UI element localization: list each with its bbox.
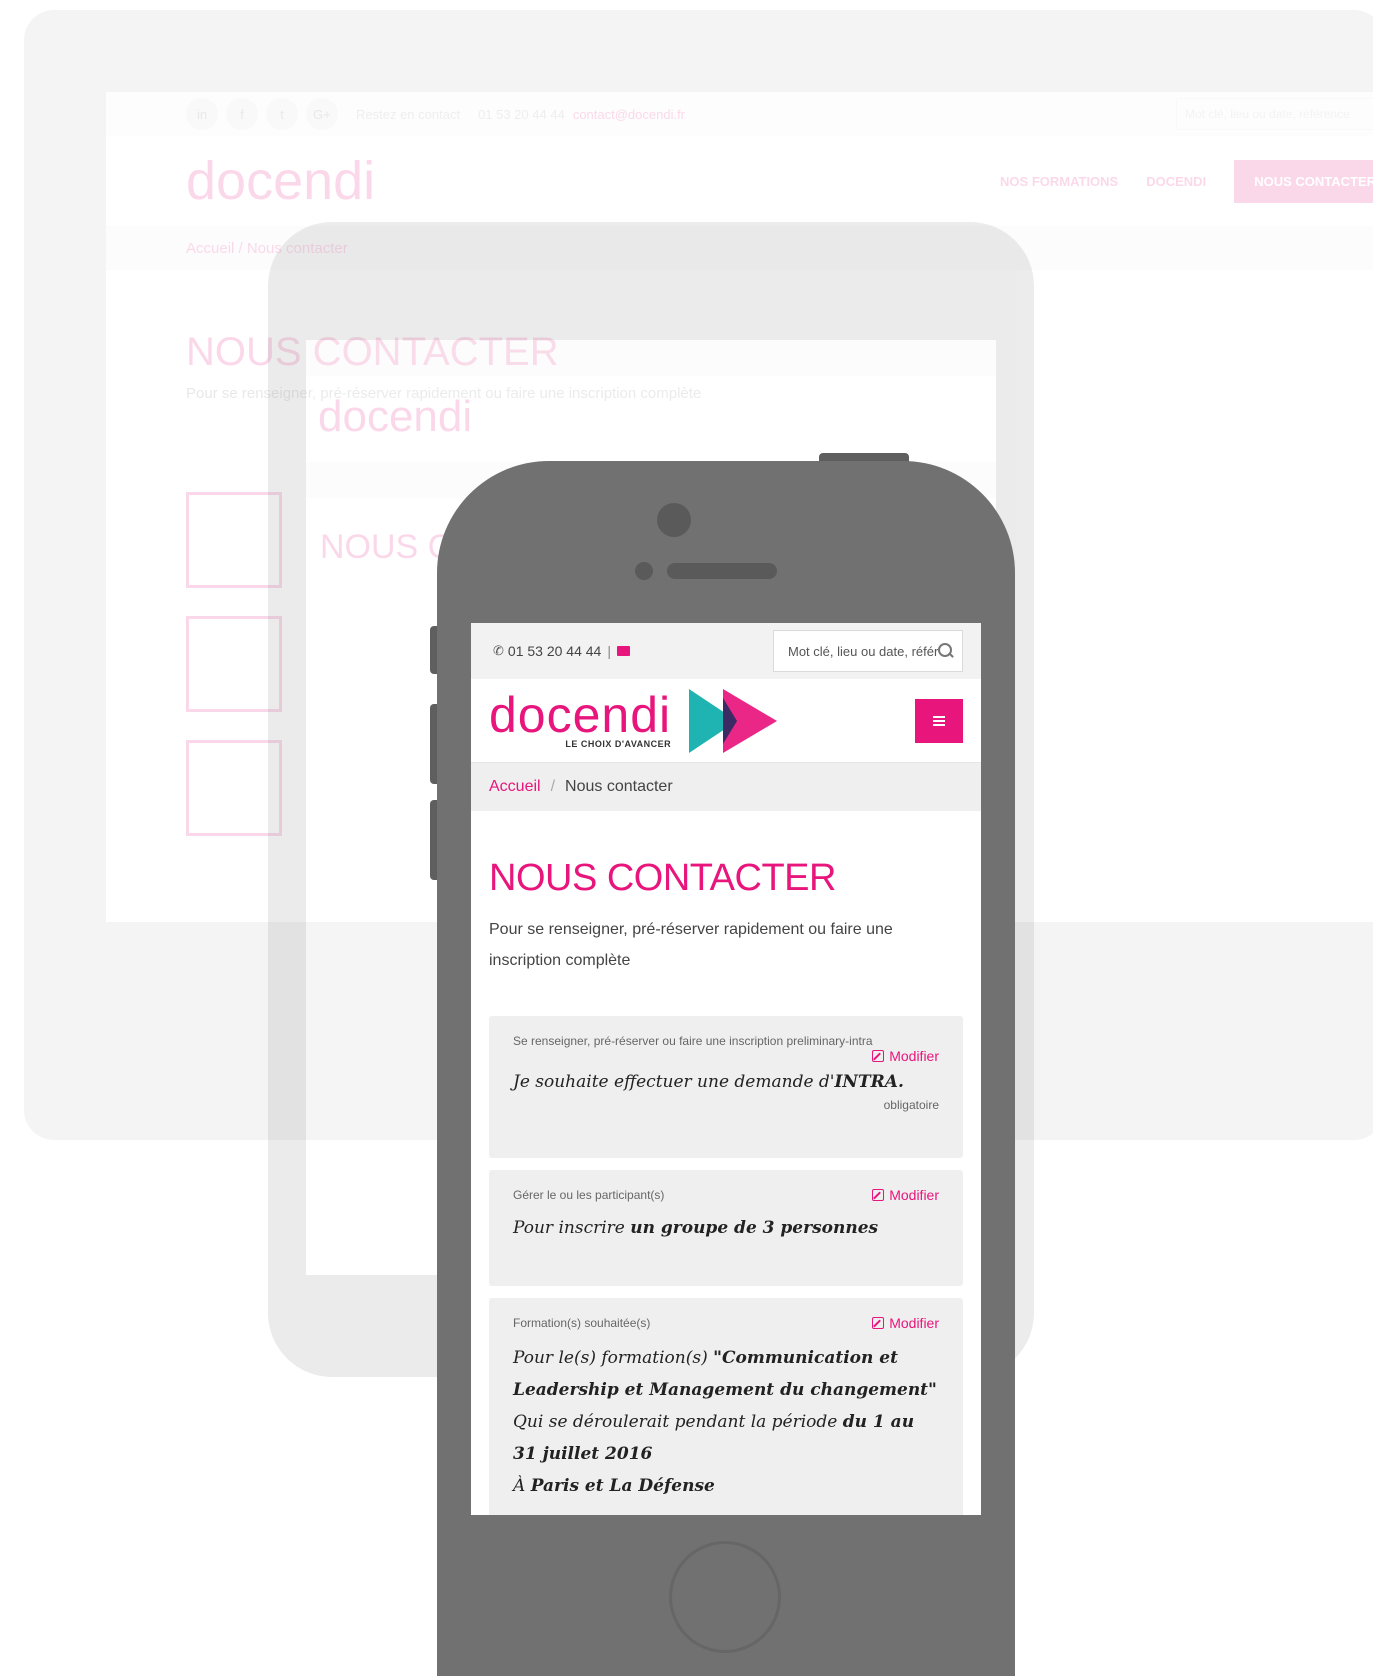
search-icon[interactable]: [938, 643, 954, 659]
phone-camera: [657, 503, 691, 537]
page-title: NOUS CONTACTER: [489, 857, 836, 899]
request-type-card: Se renseigner, pré-réserver ou faire une…: [489, 1016, 963, 1158]
desktop-logo: docendi: [186, 151, 376, 211]
card-header-row: Formation(s) souhaitée(s) Modifier: [513, 1310, 939, 1336]
twitter-icon: t: [266, 98, 298, 130]
participants-card: Gérer le ou les participant(s) Modifier …: [489, 1170, 963, 1286]
desktop-nav-docendi: DOCENDI: [1146, 173, 1207, 189]
breadcrumb-home-link[interactable]: Accueil: [489, 778, 541, 796]
card-body-text: Pour inscrire: [513, 1218, 631, 1238]
docendi-logo[interactable]: docendi LE CHOIX D'AVANCER: [489, 686, 778, 753]
phone-sensor: [635, 562, 653, 580]
contact-text: Restez en contact: [356, 106, 461, 122]
contact-line: ✆ 01 53 20 44 44 |: [493, 643, 630, 659]
search-field[interactable]: [773, 630, 963, 672]
phone-screen: ✆ 01 53 20 44 44 | docendi LE CHOIX D'AV…: [471, 623, 981, 1515]
card-body-highlight: INTRA.: [834, 1072, 904, 1092]
search-input[interactable]: [788, 643, 938, 659]
phone-mockup: ✆ 01 53 20 44 44 | docendi LE CHOIX D'AV…: [437, 461, 1015, 1676]
phone-number[interactable]: 01 53 20 44 44: [508, 643, 601, 659]
location-prefix: À: [513, 1476, 531, 1496]
logo-wordmark: docendi LE CHOIX D'AVANCER: [489, 686, 672, 749]
desktop-search: Mot clé, lieu ou date, référence: [1176, 98, 1373, 130]
desktop-email: contact@docendi.fr: [572, 106, 686, 122]
modify-label: Modifier: [889, 1048, 939, 1064]
desktop-nav: NOS FORMATIONS DOCENDI NOUS CONTACTER: [1000, 159, 1373, 203]
telephone-icon: ✆: [493, 643, 504, 658]
facebook-icon: f: [226, 98, 258, 130]
breadcrumb-current: Nous contacter: [565, 778, 673, 795]
menu-button[interactable]: [915, 698, 963, 743]
card-body: Pour le(s) formation(s) "Communication e…: [513, 1342, 939, 1502]
desktop-phone: 01 53 20 44 44: [478, 106, 565, 122]
period-prefix: Qui se déroulerait pendant la période: [513, 1412, 843, 1432]
breadcrumb-separator: /: [550, 778, 556, 795]
google-plus-icon: G+: [306, 98, 338, 130]
modify-label: Modifier: [889, 1187, 939, 1203]
phone-speaker: [667, 563, 777, 579]
card-heading: Formation(s) souhaitée(s): [513, 1316, 651, 1330]
card-body: Pour inscrire un groupe de 3 personnes: [513, 1212, 939, 1244]
logo-tagline: LE CHOIX D'AVANCER: [565, 738, 672, 749]
linkedin-icon: in: [186, 98, 218, 130]
tablet-logo: docendi: [318, 392, 473, 441]
modify-participants-button[interactable]: Modifier: [872, 1187, 939, 1203]
edit-icon: [872, 1317, 885, 1329]
desktop-nav-contact: NOUS CONTACTER: [1234, 159, 1373, 203]
background-desktop-header: docendi NOS FORMATIONS DOCENDI NOUS CONT…: [106, 136, 1373, 226]
site-header: docendi LE CHOIX D'AVANCER: [471, 679, 981, 763]
hamburger-icon: [933, 715, 945, 726]
logo-arrows-icon: [689, 688, 778, 753]
page-subtitle: Pour se renseigner, pré-réserver rapidem…: [489, 921, 893, 969]
tablet-topbar: [306, 340, 996, 376]
card-header-row: Gérer le ou les participant(s) Modifier: [513, 1182, 939, 1208]
envelope-icon[interactable]: [616, 646, 630, 656]
trainings-card: Formation(s) souhaitée(s) Modifier Pour …: [489, 1298, 963, 1515]
modify-label: Modifier: [889, 1315, 939, 1331]
location-value: Paris et La Défense: [530, 1476, 715, 1496]
modify-trainings-button[interactable]: Modifier: [872, 1315, 939, 1331]
card-body-highlight: un groupe de 3 personnes: [630, 1218, 879, 1238]
edit-icon: [872, 1189, 885, 1201]
training-prefix: Pour le(s) formation(s): [513, 1348, 714, 1368]
edit-icon: [872, 1050, 885, 1062]
contact-separator: |: [607, 643, 611, 659]
card-heading: Gérer le ou les participant(s): [513, 1188, 665, 1202]
card-body-text: Je souhaite effectuer une demande d': [513, 1072, 835, 1092]
modify-request-button[interactable]: Modifier: [872, 1048, 939, 1064]
breadcrumb: Accueil / Nous contacter: [471, 763, 981, 811]
desktop-nav-formations: NOS FORMATIONS: [1000, 173, 1119, 189]
top-bar: ✆ 01 53 20 44 44 |: [471, 623, 981, 679]
logo-name: docendi: [489, 686, 672, 743]
phone-home-button: [669, 1541, 781, 1653]
card-body: Je souhaite effectuer une demande d'INTR…: [513, 1066, 939, 1098]
background-desktop-topbar: in f t G+ Restez en contact 01 53 20 44 …: [106, 92, 1373, 136]
required-label: obligatoire: [883, 1098, 939, 1112]
